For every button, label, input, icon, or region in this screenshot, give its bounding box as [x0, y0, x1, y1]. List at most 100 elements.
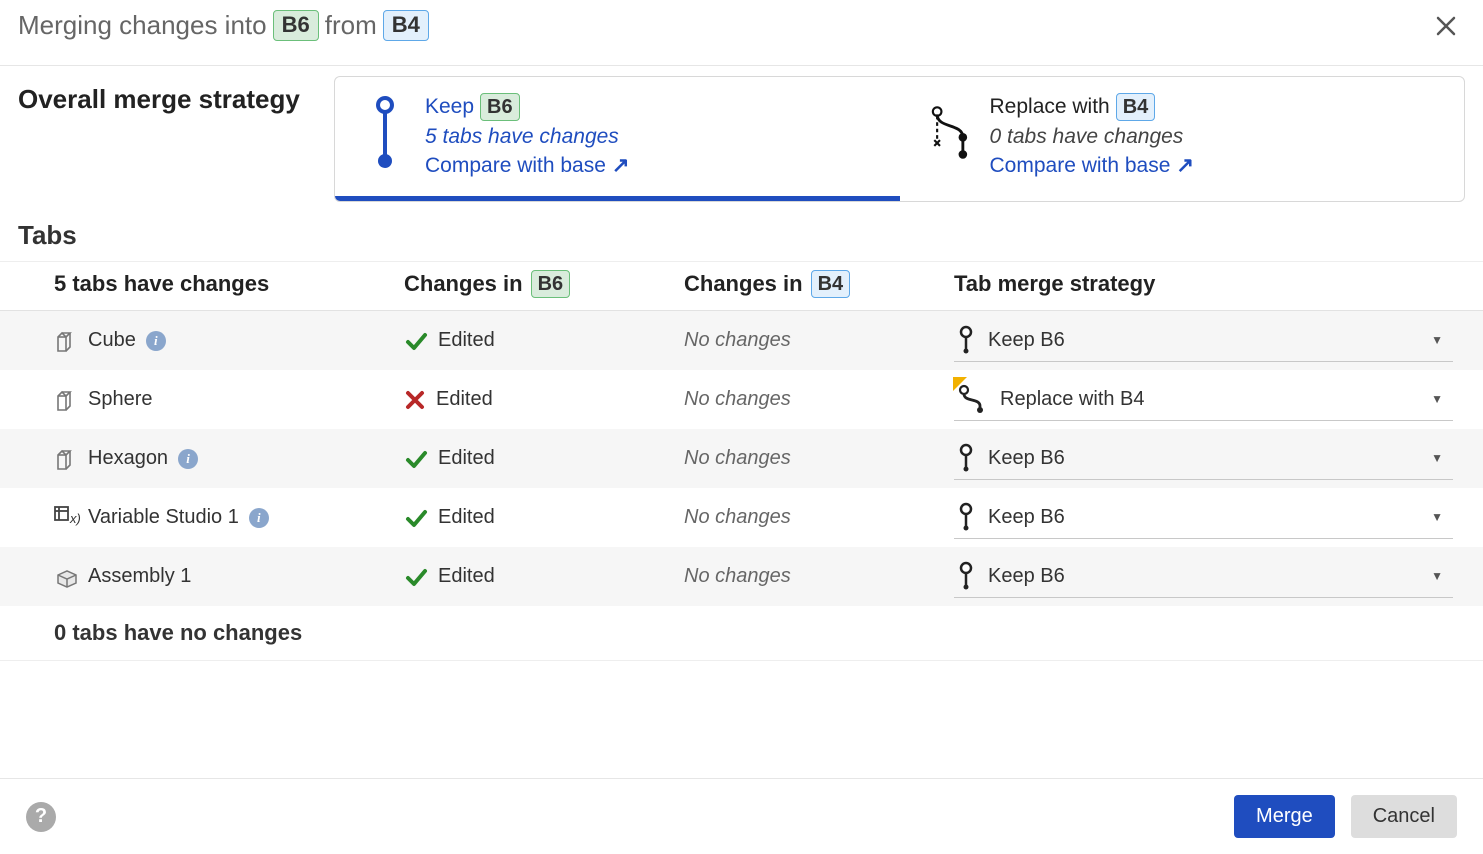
tab-strategy-select[interactable]: Keep B6 ▼	[954, 319, 1453, 362]
overall-strategy-section: Overall merge strategy Keep B6 5 tabs ha…	[0, 66, 1483, 202]
cancel-button[interactable]: Cancel	[1351, 795, 1457, 838]
no-changes-header: 0 tabs have no changes	[0, 606, 1483, 661]
tab-name-cell: Assembly 1	[54, 565, 404, 589]
part-icon	[54, 388, 78, 412]
changes-target-cell: Edited	[404, 506, 684, 530]
tab-strategy-label: Keep B6	[988, 506, 1065, 529]
tab-name-text: Hexagon	[88, 447, 168, 470]
changes-target-cell: Edited	[404, 447, 684, 471]
tab-name-cell: x) Variable Studio 1 i	[54, 506, 404, 530]
chevron-down-icon: ▼	[1431, 451, 1443, 465]
source-branch-badge: B4	[383, 10, 429, 41]
merge-button[interactable]: Merge	[1234, 795, 1335, 838]
tab-name-cell: Cubei	[54, 329, 404, 353]
strategy-keep-branch-badge: B6	[480, 93, 520, 121]
col-source-badge: B4	[811, 270, 851, 298]
title-middle: from	[325, 10, 377, 41]
strategy-replace-compare-link[interactable]: Compare with base	[990, 153, 1195, 178]
col-target-badge: B6	[531, 270, 571, 298]
chevron-down-icon: ▼	[1431, 392, 1443, 406]
tab-name-text: Variable Studio 1	[88, 506, 239, 529]
strategy-options: Keep B6 5 tabs have changes Compare with…	[334, 76, 1465, 202]
check-icon	[404, 447, 428, 471]
keep-branch-icon	[958, 561, 974, 591]
info-icon[interactable]: i	[146, 331, 166, 351]
svg-text:x): x)	[69, 511, 81, 526]
info-icon[interactable]: i	[249, 508, 269, 528]
strategy-keep-text: Keep B6 5 tabs have changes Compare with…	[425, 93, 630, 178]
replace-branch-icon	[930, 93, 970, 173]
strategy-keep-compare-link[interactable]: Compare with base	[425, 153, 630, 178]
part-icon	[54, 447, 78, 471]
strategy-keep-title: Keep B6	[425, 93, 630, 121]
strategy-replace-title-text: Replace with	[990, 95, 1110, 119]
changes-target-text: Edited	[438, 447, 495, 470]
part-icon	[54, 329, 78, 353]
tabs-table: 5 tabs have changes Changes in B6 Change…	[0, 261, 1483, 661]
strategy-keep-title-text: Keep	[425, 95, 474, 119]
keep-branch-icon	[958, 502, 974, 532]
strategy-replace-text: Replace with B4 0 tabs have changes Comp…	[990, 93, 1195, 178]
tab-name-text: Cube	[88, 329, 136, 352]
changes-source-cell: No changes	[684, 506, 954, 529]
changes-target-cell: Edited	[404, 565, 684, 589]
table-row: Hexagon i Edited No changesKeep B6▼	[0, 429, 1483, 488]
strategy-replace[interactable]: Replace with B4 0 tabs have changes Comp…	[900, 77, 1465, 201]
keep-branch-icon	[365, 93, 405, 173]
changes-target-text: Edited	[438, 565, 495, 588]
strategy-replace-link-text: Compare with base	[990, 154, 1171, 178]
keep-branch-icon	[958, 325, 974, 355]
chevron-down-icon: ▼	[1431, 333, 1443, 347]
table-row: Assembly 1 Edited No changes Keep B6 ▼	[0, 547, 1483, 606]
tabs-table-header: 5 tabs have changes Changes in B6 Change…	[0, 261, 1483, 311]
dialog-footer: ? Merge Cancel	[0, 778, 1483, 854]
changes-source-cell: No changes	[684, 329, 954, 352]
changes-target-text: Edited	[436, 388, 493, 411]
strategy-replace-sub: 0 tabs have changes	[990, 125, 1195, 149]
tab-name-cell: Sphere	[54, 388, 404, 412]
check-icon	[404, 565, 428, 589]
tab-strategy-select[interactable]: Keep B6 ▼	[954, 496, 1453, 539]
check-icon	[404, 329, 428, 353]
tabs-heading: Tabs	[0, 202, 1483, 261]
changes-target-text: Edited	[438, 506, 495, 529]
col-changes-summary: 5 tabs have changes	[54, 270, 404, 298]
dialog-header: Merging changes into B6 from B4	[0, 0, 1483, 66]
cross-icon	[404, 389, 426, 411]
changes-target-cell: Edited	[404, 329, 684, 353]
tab-strategy-label: Keep B6	[988, 565, 1065, 588]
col-changes-source: Changes in B4	[684, 270, 954, 298]
table-row: x)Variable Studio 1iEditedNo changesKeep…	[0, 488, 1483, 547]
tab-strategy-select[interactable]: Replace with B4 ▼	[954, 378, 1453, 421]
tab-strategy-label: Replace with B4	[1000, 388, 1145, 411]
chevron-down-icon: ▼	[1431, 569, 1443, 583]
close-button[interactable]	[1427, 11, 1465, 41]
info-icon[interactable]: i	[178, 449, 198, 469]
dialog-title: Merging changes into B6 from B4	[18, 10, 429, 41]
tab-strategy-select[interactable]: Keep B6 ▼	[954, 555, 1453, 598]
chevron-down-icon: ▼	[1431, 510, 1443, 524]
table-row: Sphere Edited No changes Replace with B4 ▼	[0, 370, 1483, 429]
changes-source-cell: No changes	[684, 447, 954, 470]
strategy-keep[interactable]: Keep B6 5 tabs have changes Compare with…	[335, 77, 900, 201]
target-branch-badge: B6	[273, 10, 319, 41]
table-row: Cubei Edited No changes Keep B6 ▼	[0, 311, 1483, 370]
col-changes-target-prefix: Changes in	[404, 271, 523, 297]
changes-target-cell: Edited	[404, 388, 684, 411]
overall-strategy-label: Overall merge strategy	[18, 76, 318, 115]
varstudio-icon: x)	[54, 506, 78, 530]
col-changes-source-prefix: Changes in	[684, 271, 803, 297]
changes-target-text: Edited	[438, 329, 495, 352]
tab-strategy-label: Keep B6	[988, 329, 1065, 352]
assembly-icon	[54, 565, 78, 589]
tab-name-text: Assembly 1	[88, 565, 191, 588]
check-icon	[404, 506, 428, 530]
strategy-replace-branch-badge: B4	[1116, 93, 1156, 121]
close-icon	[1435, 15, 1457, 37]
help-button[interactable]: ?	[26, 802, 56, 832]
strategy-keep-link-text: Compare with base	[425, 154, 606, 178]
tab-strategy-select[interactable]: Keep B6▼	[954, 437, 1453, 480]
changes-source-cell: No changes	[684, 388, 954, 411]
changes-source-cell: No changes	[684, 565, 954, 588]
tab-name-cell: Hexagon i	[54, 447, 404, 471]
